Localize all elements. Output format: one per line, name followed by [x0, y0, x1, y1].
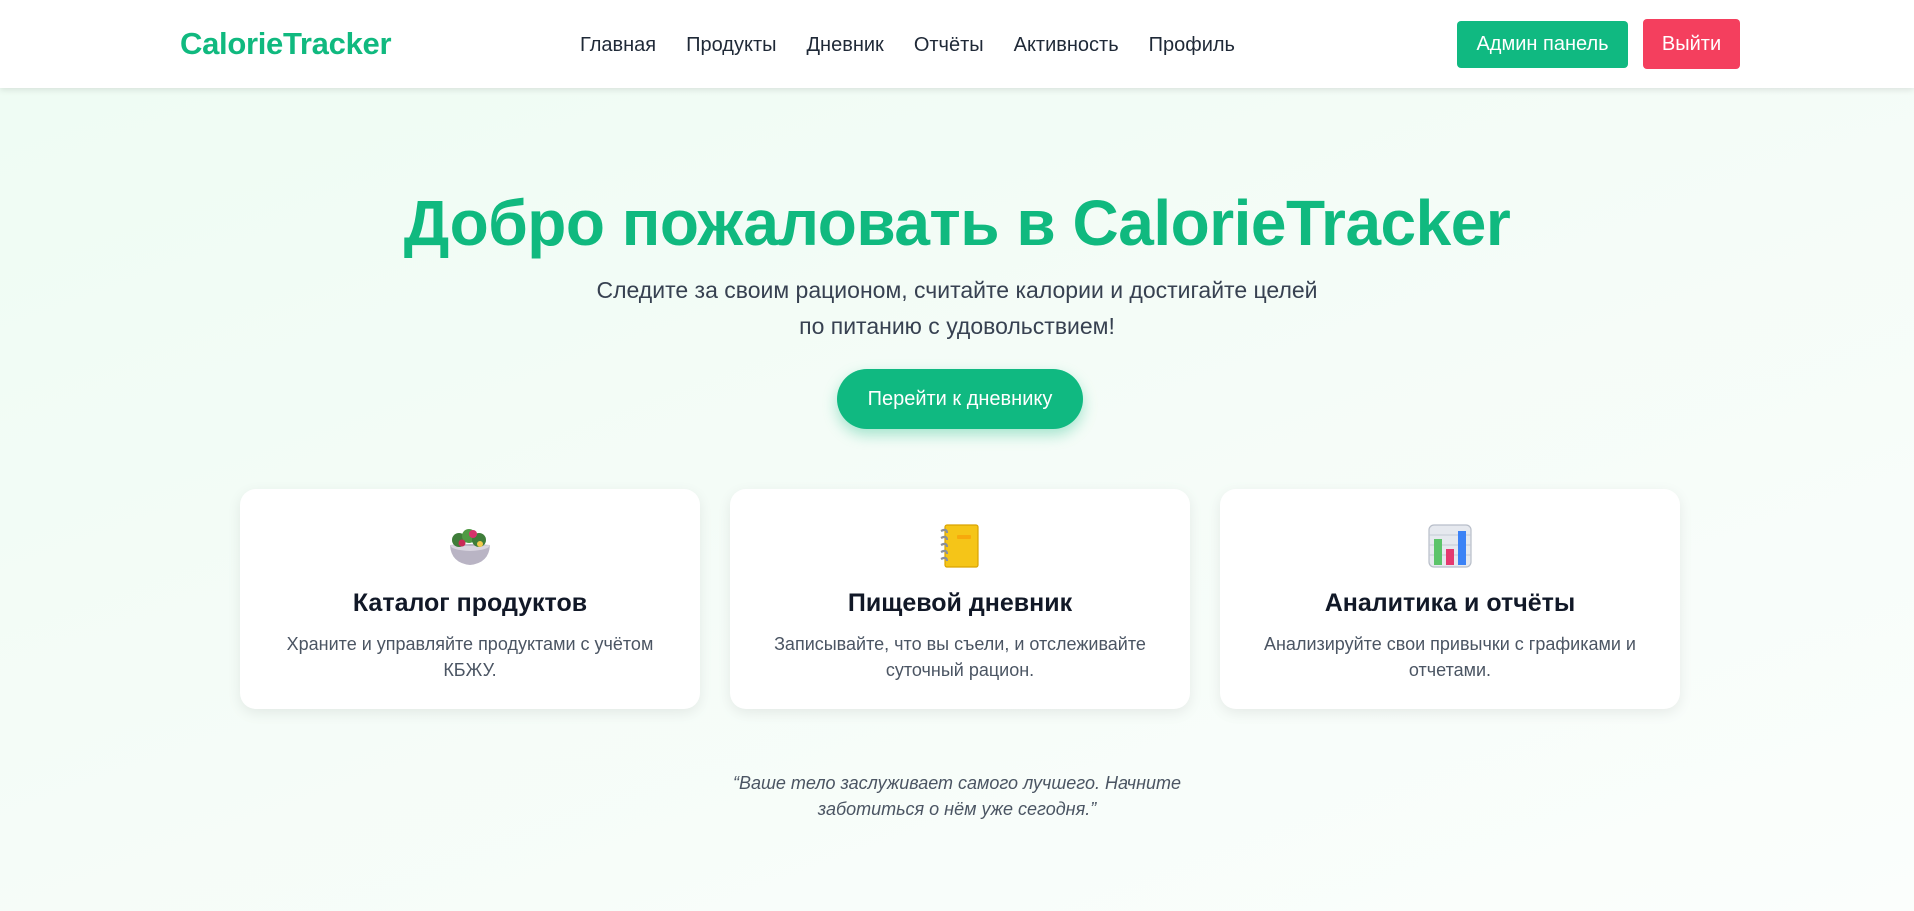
- salad-icon: [450, 529, 490, 565]
- feature-card-products: Каталог продуктов Храните и управляйте п…: [240, 489, 700, 709]
- nav-link-profile[interactable]: Профиль: [1149, 34, 1235, 57]
- feature-title: Пищевой дневник: [847, 589, 1073, 617]
- feature-description: Анализируйте свои привычки с графиками и…: [1263, 634, 1636, 680]
- notebook-icon: [940, 524, 979, 568]
- nav-link-products[interactable]: Продукты: [686, 34, 776, 57]
- feature-card-analytics: Аналитика и отчёты Анализируйте свои при…: [1220, 489, 1680, 709]
- nav-link-diary[interactable]: Дневник: [807, 34, 884, 57]
- hero-title: Добро пожаловать в CalorieTracker: [403, 187, 1511, 259]
- app-logo[interactable]: CalorieTracker: [180, 26, 392, 62]
- hero-subtitle: Следите за своим рационом, считайте кало…: [596, 277, 1318, 339]
- top-navbar: CalorieTracker Главная Продукты Дневник …: [0, 0, 1914, 88]
- bar-chart-icon: [1428, 524, 1472, 568]
- motivational-quote: “Ваше тело заслуживает самого лучшего. Н…: [732, 773, 1182, 819]
- logout-button[interactable]: Выйти: [1643, 19, 1740, 69]
- admin-panel-button[interactable]: Админ панель: [1457, 21, 1628, 68]
- go-to-diary-button[interactable]: Перейти к дневнику: [837, 369, 1083, 429]
- feature-description: Храните и управляйте продуктами с учётом…: [286, 634, 654, 680]
- feature-title: Каталог продуктов: [352, 589, 588, 617]
- nav-link-home[interactable]: Главная: [580, 34, 656, 57]
- feature-card-diary: Пищевой дневник Записывайте, что вы съел…: [730, 489, 1190, 709]
- nav-link-reports[interactable]: Отчёты: [914, 34, 984, 57]
- main-nav: Главная Продукты Дневник Отчёты Активнос…: [580, 34, 1235, 57]
- feature-description: Записывайте, что вы съели, и отслеживайт…: [774, 634, 1146, 680]
- feature-title: Аналитика и отчёты: [1324, 589, 1576, 617]
- nav-link-activity[interactable]: Активность: [1014, 34, 1119, 57]
